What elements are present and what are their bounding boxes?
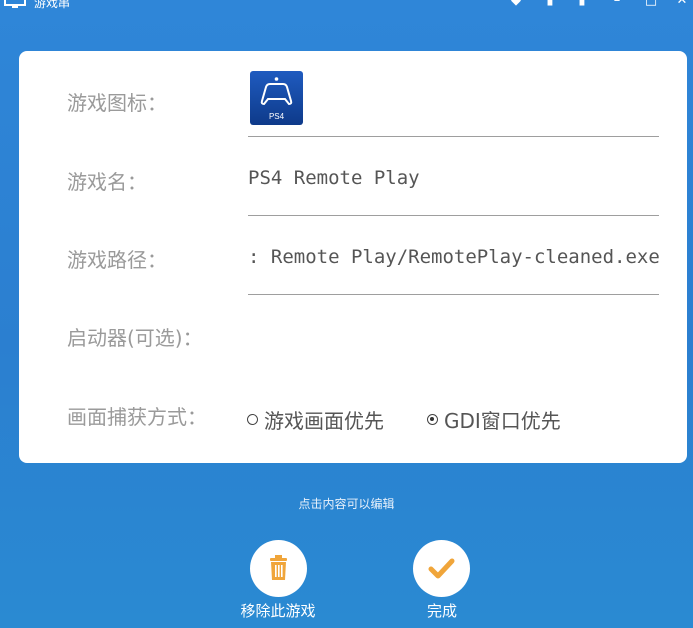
icon-badge: PS4 [268,112,285,121]
done-label[interactable]: 完成 [382,600,502,621]
maximize-button[interactable]: □ [643,0,659,8]
phone-icon[interactable]: ▮ [574,0,590,8]
radio-unselected-icon [247,414,258,425]
icon-underline [248,136,659,137]
remove-game-label[interactable]: 移除此游戏 [218,600,338,621]
radio-game-capture[interactable]: 游戏画面优先 [247,405,384,434]
done-button[interactable] [413,540,470,597]
gamepad-icon [260,77,293,106]
remove-game-button[interactable] [250,540,307,597]
edit-hint: 点击内容可以编辑 [298,497,395,511]
path-input[interactable]: : Remote Play/RemotePlay-cleaned.exe [248,246,659,268]
radio-gdi-capture[interactable]: GDI窗口优先 [427,405,561,434]
monitor-icon [4,0,26,8]
launcher-label: 启动器(可选)： [67,326,203,350]
title-bar: 游戏串 ◆ ▮ ▮ – □ ✕ [0,0,693,14]
window-title: 游戏串 [34,0,71,10]
capture-label: 画面捕获方式： [67,405,207,429]
close-button[interactable]: ✕ [674,0,690,8]
name-label: 游戏名： [67,170,147,194]
trash-icon [270,555,287,580]
name-input[interactable]: PS4 Remote Play [248,167,659,189]
game-icon[interactable]: PS4 [250,71,303,125]
path-label: 游戏路径： [67,248,167,272]
radio-gdi-capture-label: GDI窗口优先 [444,409,561,433]
name-underline [248,215,659,216]
game-settings-card: 游戏图标： PS4 游戏名： PS4 Remote Play 游戏路径： : R… [19,51,687,463]
radio-game-capture-label: 游戏画面优先 [264,409,384,433]
icon-label: 游戏图标： [67,91,167,115]
path-underline [248,294,659,295]
pin-icon[interactable]: ◆ [508,0,524,8]
checkmark-icon [428,558,455,579]
minimize-button[interactable]: – [609,0,625,8]
radio-selected-icon [427,414,438,425]
bookmark-icon[interactable]: ▮ [542,0,558,8]
